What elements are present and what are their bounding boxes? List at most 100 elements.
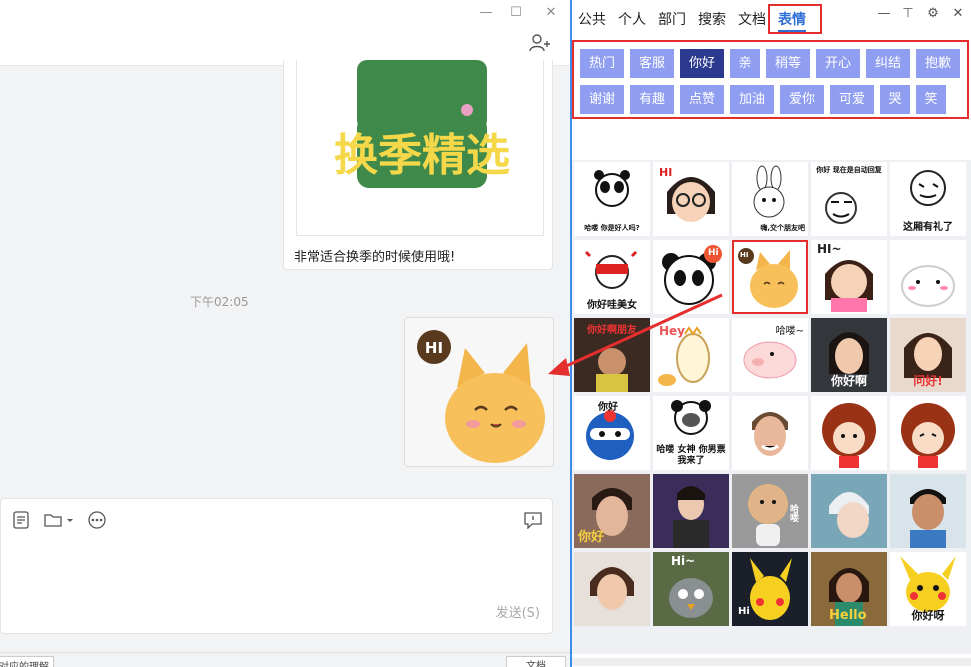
feedback-icon[interactable] — [523, 511, 543, 529]
category-box: 热门 客服 你好 亲 稍等 开心 纠结 抱歉 谢谢 有趣 点赞 加油 爱你 可爱… — [572, 40, 969, 119]
card-caption: 非常适合换季的时候使用哦! — [294, 250, 456, 265]
sent-sticker-card[interactable]: HI — [404, 317, 554, 467]
chip-dear[interactable]: 亲 — [730, 49, 760, 78]
minimize-icon[interactable]: — — [477, 4, 495, 22]
sticker-caption: 你好 — [578, 530, 605, 545]
chip-like[interactable]: 点赞 — [680, 85, 724, 114]
sticker-masked-meme[interactable]: 你好哇美女 — [574, 240, 650, 314]
chip-tangled[interactable]: 纠结 — [866, 49, 910, 78]
settings-icon[interactable]: ⚙ — [925, 6, 941, 22]
app-root: — ☐ ✕ 换季精选 非常适合换季的时候使用哦! 下午02:05 HI 发送(S… — [0, 0, 971, 667]
add-member-icon[interactable] — [528, 32, 550, 54]
curly-girl-1-art — [822, 403, 876, 468]
sticker-mochi[interactable] — [890, 240, 966, 314]
sticker-man-meme[interactable]: 你好 现在是自动回复 — [811, 162, 887, 236]
boy-wave-art — [890, 474, 966, 548]
sticker-baby-photo[interactable]: 你好啊朋友 — [574, 318, 650, 392]
document-icon[interactable] — [11, 511, 31, 529]
sticker-grid: 哈喽 你是好人吗? HI 嗨,交个朋友吧 你好 现在是自动回复 这厢有礼了 你好… — [572, 160, 971, 654]
sticker-pikachu-1[interactable]: Hi — [732, 552, 808, 626]
maximize-icon[interactable]: ☐ — [507, 4, 525, 22]
sticker-ninja-cartoon[interactable]: 你好 — [574, 396, 650, 470]
sticker-curly-girl-2[interactable] — [890, 396, 966, 470]
season-sticker-image[interactable]: 换季精选 — [296, 60, 544, 236]
curly-girl-2-art — [901, 403, 955, 468]
sticker-angry-bird[interactable]: Hi~ — [653, 552, 729, 626]
chip-hot[interactable]: 热门 — [580, 49, 624, 78]
bottom-strip: 对应的理解 文档 — [0, 652, 570, 667]
sticker-caption: 哈喽 你是好人吗? — [584, 224, 640, 232]
chip-hello[interactable]: 你好 — [680, 49, 724, 78]
sticker-caption: Hi — [738, 606, 750, 617]
sticker-woman-photo-1[interactable]: 你好啊 — [811, 318, 887, 392]
tab-department[interactable]: 部门 — [658, 9, 686, 29]
panel-tabs: 公共 个人 部门 搜索 文档 表情 — ⊤ ⚙ ✕ — [572, 0, 971, 36]
sticker-caption: Hello — [829, 608, 867, 623]
sticker-cartoon-baby[interactable]: 哈喽 — [732, 474, 808, 548]
sticker-caption: 你好 — [598, 402, 618, 413]
pin-icon[interactable]: ⊤ — [900, 6, 916, 22]
sticker-caption: 你好哇美女 — [587, 300, 637, 311]
sticker-woman-photo-2[interactable]: 问好! — [890, 318, 966, 392]
sticker-panda-meme[interactable]: 哈喽 你是好人吗? — [574, 162, 650, 236]
chip-wait[interactable]: 稍等 — [766, 49, 810, 78]
sticker-girl-glasses[interactable]: HI — [653, 162, 729, 236]
minimize-panel-icon[interactable]: — — [876, 6, 892, 22]
sticker-panda-meme-2[interactable]: 哈喽 女神 你男票我来了 — [653, 396, 729, 470]
chip-cheer[interactable]: 加油 — [730, 85, 774, 114]
sticker-pikachu-2[interactable]: 你好呀 — [890, 552, 966, 626]
sticker-bowing-meme[interactable]: 这厢有礼了 — [890, 162, 966, 236]
received-message-card: 换季精选 非常适合换季的时候使用哦! — [283, 60, 553, 270]
sticker-anime-girl[interactable]: Hello — [811, 552, 887, 626]
sticker-caption: 哈喽 — [788, 504, 798, 522]
message-composer[interactable]: 发送(S) — [0, 498, 553, 634]
mochi-art — [901, 265, 955, 307]
chip-love[interactable]: 爱你 — [780, 85, 824, 114]
sticker-girl-pink[interactable]: HI~ — [811, 240, 887, 314]
sticker-bun-cartoon[interactable]: Hey — [653, 318, 729, 392]
sticker-caption: Hi — [708, 248, 719, 258]
chip-thanks[interactable]: 谢谢 — [580, 85, 624, 114]
chip-happy[interactable]: 开心 — [816, 49, 860, 78]
sticker-curly-girl-1[interactable] — [811, 396, 887, 470]
sticker-caption: HI — [740, 251, 749, 259]
chip-service[interactable]: 客服 — [630, 49, 674, 78]
bottom-right-chip[interactable]: 文档 — [506, 656, 566, 667]
sticker-bunny-meme[interactable]: 嗨,交个朋友吧 — [732, 162, 808, 236]
sticker-anime-boy[interactable] — [811, 474, 887, 548]
sticker-caption: 你好呀 — [911, 609, 945, 622]
chip-cry[interactable]: 哭 — [880, 85, 910, 114]
sticker-caption: 嗨,交个朋友吧 — [760, 224, 805, 232]
bottom-left-chip[interactable]: 对应的理解 — [0, 656, 54, 667]
chip-laugh[interactable]: 笑 — [916, 85, 946, 114]
sticker-cat-hi-selected[interactable]: HI — [732, 240, 808, 314]
send-button[interactable]: 发送(S) — [496, 602, 540, 621]
tab-documents[interactable]: 文档 — [738, 9, 766, 29]
sticker-caption: Hi~ — [671, 554, 696, 568]
chip-cute[interactable]: 可爱 — [830, 85, 874, 114]
sticker-man-photo-2[interactable]: 你好 — [574, 474, 650, 548]
chip-sorry[interactable]: 抱歉 — [916, 49, 960, 78]
tab-search[interactable]: 搜索 — [698, 9, 726, 29]
close-icon[interactable]: ✕ — [542, 4, 560, 22]
sticker-boy-wave[interactable] — [890, 474, 966, 548]
sticker-man-photo[interactable] — [732, 396, 808, 470]
sticker-art-text: 换季精选 — [334, 130, 510, 181]
sticker-panda-cartoon[interactable]: Hi — [653, 240, 729, 314]
sticker-singer-photo[interactable] — [653, 474, 729, 548]
more-icon[interactable] — [87, 511, 107, 529]
chip-fun[interactable]: 有趣 — [630, 85, 674, 114]
folder-icon[interactable] — [43, 511, 75, 529]
grid-scrollbar[interactable] — [572, 658, 971, 666]
man-photo-art — [732, 396, 808, 470]
sticker-man-photo-3[interactable] — [574, 552, 650, 626]
sticker-pig-cartoon[interactable]: 哈喽~ — [732, 318, 808, 392]
tab-public[interactable]: 公共 — [578, 9, 606, 29]
close-panel-icon[interactable]: ✕ — [950, 6, 966, 22]
sticker-caption: 哈喽~ — [775, 326, 804, 337]
sticker-caption: HI — [659, 166, 673, 179]
sticker-caption: 你好啊 — [830, 374, 867, 388]
tab-personal[interactable]: 个人 — [618, 9, 646, 29]
sticker-caption: 你好啊朋友 — [587, 325, 637, 336]
sticker-badge-text: HI — [425, 339, 443, 357]
